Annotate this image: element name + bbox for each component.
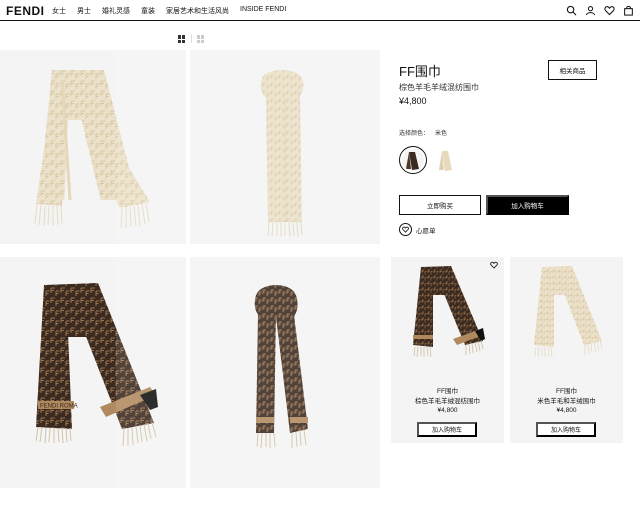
nav-item-inside-fendi[interactable]: INSIDE FENDI: [240, 6, 286, 16]
product-subtitle: 棕色羊毛羊绒混纺围巾: [399, 83, 479, 92]
related-product-price: ¥4,800: [437, 407, 458, 414]
wishlist-label: 心愿单: [416, 227, 436, 235]
related-products-button[interactable]: 相关商品: [548, 60, 597, 80]
buy-now-button[interactable]: 立即购买: [399, 195, 481, 215]
header-icons: [566, 5, 634, 16]
nav-item-home-art[interactable]: 家居艺术和生活风尚: [166, 6, 229, 16]
fendi-logo[interactable]: FENDI: [6, 4, 45, 18]
product-image-brown-flat[interactable]: FENDI ROMA: [0, 257, 186, 488]
product-title: FF围巾: [399, 64, 441, 79]
card-wishlist-heart-icon[interactable]: [490, 261, 498, 269]
product-image-beige-worn[interactable]: [190, 50, 380, 244]
color-selector-label: 选择颜色： 米色: [399, 128, 447, 137]
related-product-image-beige: [510, 257, 623, 377]
nav-item-women[interactable]: 女士: [52, 6, 66, 16]
add-to-cart-button[interactable]: 加入购物车: [486, 195, 569, 215]
selected-color-name: 米色: [435, 131, 448, 137]
nav-item-wedding[interactable]: 婚礼灵感: [102, 6, 130, 16]
nav-item-kids[interactable]: 童装: [141, 6, 155, 16]
related-add-to-cart-button[interactable]: 加入购物车: [417, 422, 477, 437]
search-icon[interactable]: [566, 5, 577, 16]
account-icon[interactable]: [585, 5, 596, 16]
related-product-desc: 棕色羊毛羊绒混纺围巾: [415, 398, 480, 405]
grid-view-icon[interactable]: [178, 35, 186, 43]
color-swatch-beige[interactable]: [432, 146, 460, 174]
product-image-beige-flat-fringe: [0, 150, 186, 244]
shopping-bag-icon[interactable]: [623, 5, 634, 16]
related-product-card[interactable]: FF围巾 棕色羊毛羊绒混纺围巾 ¥4,800 加入购物车: [391, 257, 504, 443]
heart-icon[interactable]: [604, 5, 615, 16]
related-product-desc: 米色羊毛和羊绒围巾: [537, 398, 596, 405]
main-nav: 女士 男士 婚礼灵感 童装 家居艺术和生活风尚 INSIDE FENDI: [52, 6, 297, 16]
related-product-name: FF围巾: [556, 388, 577, 395]
color-label: 选择颜色：: [399, 131, 430, 137]
toggle-divider: [191, 35, 192, 43]
gallery-view-toggle: [178, 35, 205, 43]
list-view-icon[interactable]: [197, 35, 205, 43]
svg-text:FENDI ROMA: FENDI ROMA: [40, 404, 78, 410]
related-add-to-cart-button[interactable]: 加入购物车: [536, 422, 596, 437]
top-navigation-bar: FENDI 女士 男士 婚礼灵感 童装 家居艺术和生活风尚 INSIDE FEN…: [0, 0, 640, 21]
nav-item-men[interactable]: 男士: [77, 6, 91, 16]
product-price: ¥4,800: [399, 96, 427, 106]
related-product-image-brown: [391, 257, 504, 377]
related-product-card[interactable]: FF围巾 米色羊毛和羊绒围巾 ¥4,800 加入购物车: [510, 257, 623, 443]
related-product-price: ¥4,800: [556, 407, 577, 414]
color-swatch-brown[interactable]: [399, 146, 427, 174]
related-product-name: FF围巾: [437, 388, 458, 395]
wishlist-toggle[interactable]: 心愿单: [399, 223, 436, 236]
wishlist-heart-icon: [399, 223, 412, 236]
product-image-brown-worn[interactable]: [190, 257, 380, 488]
